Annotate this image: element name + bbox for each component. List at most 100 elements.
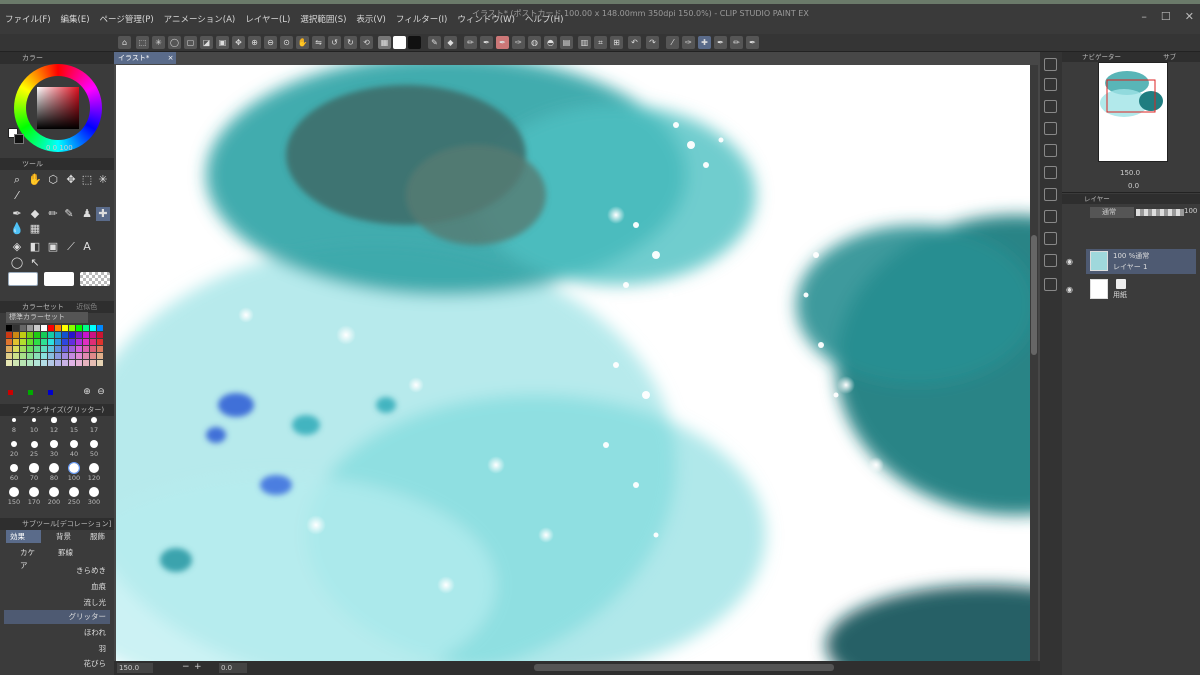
brush-item-selected[interactable]: グリッター <box>4 610 110 624</box>
brush-size-dot[interactable] <box>9 487 19 497</box>
navigator-thumbnail[interactable] <box>1098 62 1168 162</box>
menu-animation[interactable]: アニメーション(A) <box>159 13 241 25</box>
brush-size-dot[interactable] <box>69 439 79 449</box>
brush-size-dot[interactable] <box>50 440 58 448</box>
palette-swatch[interactable] <box>13 360 19 366</box>
color-set-tab[interactable]: カラーセット <box>22 303 64 311</box>
marker-icon[interactable]: ✏ <box>730 36 743 49</box>
fill-tool-icon[interactable]: ▦ <box>28 222 42 236</box>
eyedropper-tool-icon[interactable]: ⁄ <box>10 189 24 203</box>
blend-icon[interactable]: ◓ <box>544 36 557 49</box>
palette-swatch[interactable] <box>90 332 96 338</box>
palette-swatch[interactable] <box>76 346 82 352</box>
palette-red-chip[interactable] <box>8 390 13 395</box>
frame-tool-icon[interactable]: ▣ <box>46 240 60 254</box>
horizontal-scrollbar[interactable] <box>534 664 834 671</box>
hand-icon[interactable]: ✋ <box>296 36 309 49</box>
palette-swatch[interactable] <box>97 353 103 359</box>
opacity-value[interactable]: 100 <box>1184 207 1197 215</box>
nav-angle-value[interactable]: 0.0 <box>1128 182 1139 190</box>
tool-property-icon[interactable] <box>1044 210 1057 223</box>
palette-swatch[interactable] <box>97 346 103 352</box>
sub-view-icon[interactable] <box>1044 144 1057 157</box>
palette-swatch[interactable] <box>34 353 40 359</box>
material-icon[interactable] <box>1044 78 1057 91</box>
palette-swatch[interactable] <box>55 325 61 331</box>
eye-icon[interactable]: ◉ <box>1066 285 1073 294</box>
brush-size-dot[interactable] <box>10 440 18 448</box>
palette-swatch[interactable] <box>55 346 61 352</box>
minimize-button[interactable]: – <box>1141 10 1147 23</box>
black-color-swatch[interactable] <box>408 36 421 49</box>
layer-row-selected[interactable]: ◉ 100 %通常 レイヤー 1 <box>1066 249 1196 274</box>
palette-swatch[interactable] <box>41 325 47 331</box>
palette-swatch[interactable] <box>27 325 33 331</box>
menu-filter[interactable]: フィルター(I) <box>391 13 452 25</box>
palette-swatch[interactable] <box>55 360 61 366</box>
brush-size-dot[interactable] <box>90 416 98 424</box>
gradient-tool-icon[interactable]: ◧ <box>28 240 42 254</box>
pencil-icon[interactable]: ✏ <box>464 36 477 49</box>
correct-line-icon[interactable]: ↖ <box>28 256 42 270</box>
palette-swatch[interactable] <box>76 325 82 331</box>
palette-swatch[interactable] <box>27 346 33 352</box>
brush-size-dot[interactable] <box>31 417 37 423</box>
magic-wand-icon[interactable]: ◯ <box>168 36 181 49</box>
brush-pink-icon[interactable]: ✒ <box>496 36 509 49</box>
flip-icon[interactable]: ⇋ <box>312 36 325 49</box>
angle-field[interactable]: 0.0 <box>219 663 247 673</box>
palette-swatch[interactable] <box>76 339 82 345</box>
undo-icon[interactable]: ↶ <box>628 36 641 49</box>
palette-swatch[interactable] <box>6 346 12 352</box>
palette-swatch[interactable] <box>6 332 12 338</box>
palette-swatch[interactable] <box>34 325 40 331</box>
search-icon[interactable] <box>1044 58 1057 71</box>
history-icon[interactable] <box>1044 122 1057 135</box>
palette-swatch[interactable] <box>69 332 75 338</box>
menu-selection[interactable]: 選択範囲(S) <box>295 13 351 25</box>
navigator-tab[interactable]: ナビゲーター <box>1082 53 1121 61</box>
brush-size-dot[interactable] <box>69 487 79 497</box>
palette-swatch[interactable] <box>97 325 103 331</box>
palette-swatch[interactable] <box>20 332 26 338</box>
palette-swatch[interactable] <box>69 339 75 345</box>
palette-swatch[interactable] <box>69 346 75 352</box>
canvas-vertical-scrollbar[interactable] <box>1030 65 1038 661</box>
brush-item[interactable]: 羽 <box>4 642 110 656</box>
palette-swatch[interactable] <box>48 325 54 331</box>
palette-swatch[interactable] <box>41 339 47 345</box>
fill-icon[interactable]: ◍ <box>528 36 541 49</box>
palette-swatch[interactable] <box>27 339 33 345</box>
palette-swatch[interactable] <box>83 339 89 345</box>
eraser-icon[interactable]: ◆ <box>444 36 457 49</box>
figure-tool-icon[interactable]: ◈ <box>10 240 24 254</box>
blend-tool-icon[interactable]: 💧 <box>10 222 24 236</box>
layer-search-icon[interactable] <box>1044 278 1057 291</box>
palette-swatch[interactable] <box>48 339 54 345</box>
palette-swatch[interactable] <box>90 346 96 352</box>
white-color-swatch[interactable] <box>393 36 406 49</box>
ruler-icon[interactable]: ⊞ <box>610 36 623 49</box>
palette-swatch[interactable] <box>90 325 96 331</box>
palette-swatch[interactable] <box>55 353 61 359</box>
lasso-icon[interactable]: ✳ <box>152 36 165 49</box>
balloon-tool-icon[interactable]: ◯ <box>10 256 24 270</box>
palette-swatch[interactable] <box>62 325 68 331</box>
palette-swatch[interactable] <box>90 353 96 359</box>
palette-swatch[interactable] <box>27 353 33 359</box>
eyedropper-icon[interactable]: ⁄ <box>666 36 679 49</box>
palette-swatch[interactable] <box>90 339 96 345</box>
brush-icon[interactable]: ✒ <box>480 36 493 49</box>
drawing-canvas[interactable] <box>116 65 1030 661</box>
crop-icon[interactable]: ◪ <box>200 36 213 49</box>
palette-swatch[interactable] <box>41 332 47 338</box>
item-bank-icon[interactable] <box>1044 166 1057 179</box>
sub-color-chip[interactable] <box>44 272 74 286</box>
ruler-tool-icon[interactable]: ⟋ <box>64 240 78 254</box>
palette-swatch[interactable] <box>48 332 54 338</box>
home-icon[interactable]: ⌂ <box>118 36 131 49</box>
decoration-icon[interactable]: ✑ <box>682 36 695 49</box>
palette-swatch[interactable] <box>20 353 26 359</box>
brush-item[interactable]: ほわれ <box>4 626 110 640</box>
eye-icon[interactable]: ◉ <box>1066 257 1073 266</box>
